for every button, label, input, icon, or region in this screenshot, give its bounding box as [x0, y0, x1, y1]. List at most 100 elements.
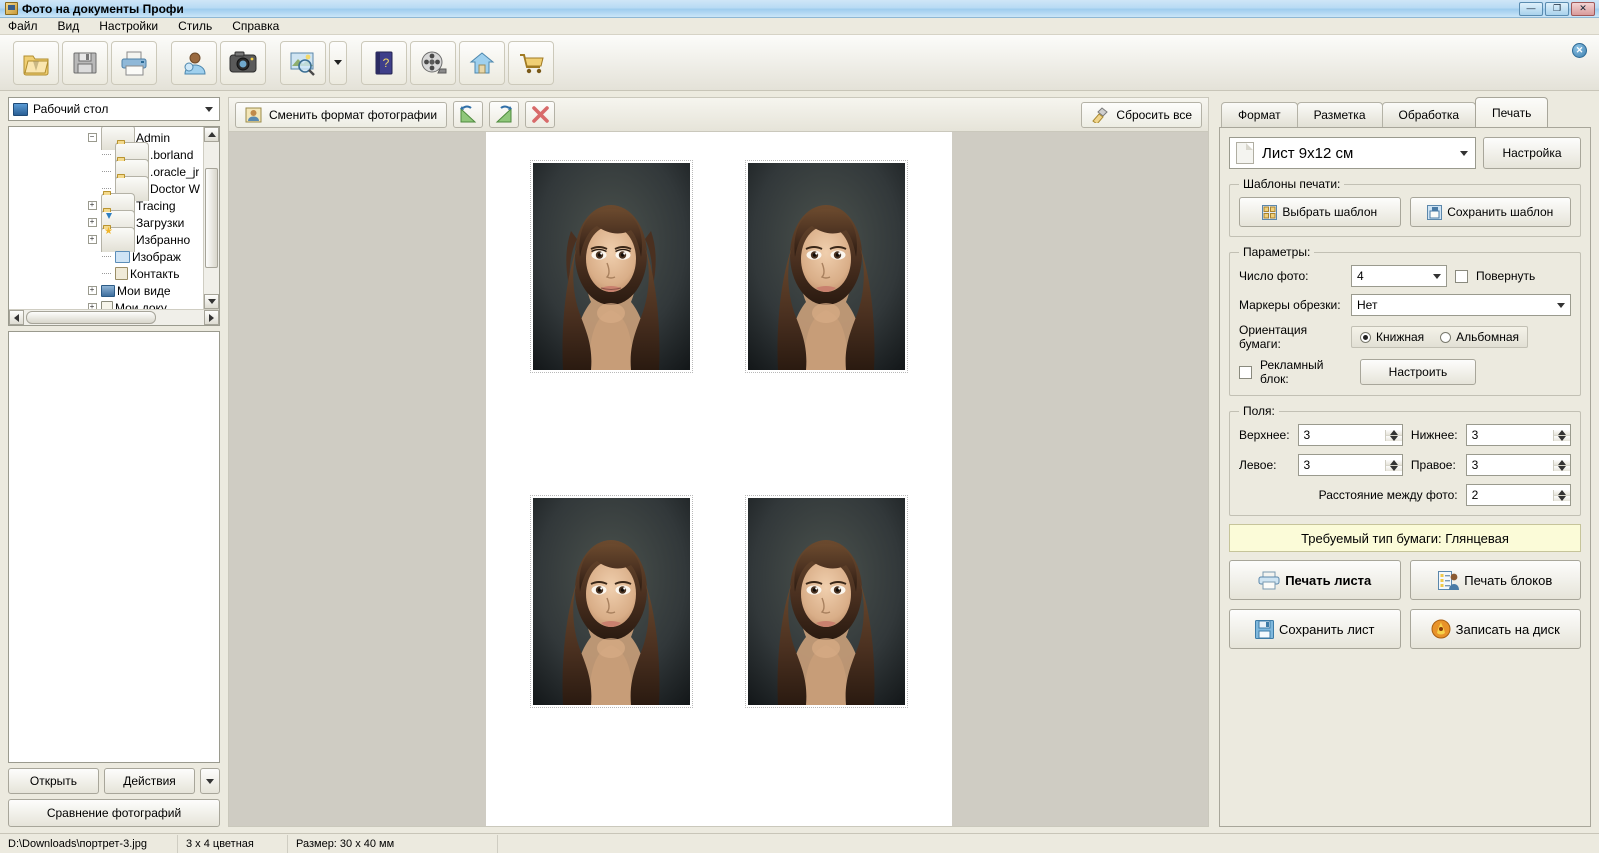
- actions-dropdown-button[interactable]: [200, 768, 220, 794]
- rotate-label: Повернуть: [1476, 269, 1536, 283]
- sheet-size-select[interactable]: Лист 9x12 см: [1229, 137, 1476, 169]
- drive-select[interactable]: Рабочий стол: [8, 97, 220, 121]
- photo-spacing-decrement[interactable]: [1554, 495, 1570, 501]
- close-button[interactable]: ✕: [1571, 1, 1595, 16]
- preview-search-icon[interactable]: [280, 40, 326, 85]
- photo-slot-2[interactable]: [744, 160, 908, 373]
- tree-item-favorites[interactable]: + Избранно: [9, 225, 203, 252]
- preview-dropdown-button[interactable]: [329, 40, 347, 85]
- chevron-down-icon: [334, 60, 342, 65]
- photo-slot-1[interactable]: [529, 160, 693, 373]
- ad-block-checkbox[interactable]: [1239, 365, 1252, 379]
- tree-toggle[interactable]: +: [85, 286, 99, 295]
- thumbnail-list[interactable]: [8, 331, 220, 763]
- margin-left-spinner[interactable]: 3: [1297, 454, 1403, 476]
- scroll-right-button[interactable]: [204, 310, 219, 325]
- tree-item-pictures[interactable]: Изображ: [9, 248, 203, 265]
- photo-slot-4[interactable]: [744, 495, 908, 708]
- rotate-checkbox[interactable]: [1455, 269, 1468, 283]
- photo-count-select[interactable]: 4: [1351, 265, 1447, 287]
- tree-item-contacts[interactable]: Контакть: [9, 265, 203, 282]
- compare-photos-button[interactable]: Сравнение фотографий: [8, 799, 220, 827]
- tree-item-my-documents[interactable]: + Мои доку: [9, 299, 203, 309]
- photo-spacing-spinner[interactable]: 2: [1465, 484, 1571, 506]
- tab-print[interactable]: Печать: [1475, 97, 1549, 127]
- scroll-thumb[interactable]: [205, 168, 218, 268]
- print-sheet[interactable]: [485, 132, 952, 826]
- print-icon[interactable]: [111, 40, 157, 85]
- folder-tree[interactable]: − Admin .borland .oracle_jr Doctor W + T…: [8, 126, 220, 326]
- cart-icon[interactable]: [508, 40, 554, 85]
- tree-item-borland[interactable]: .borland: [9, 140, 203, 167]
- preview-area: Сменить формат фотографии Сбросить все: [228, 91, 1215, 833]
- photo-slot-3[interactable]: [529, 495, 693, 708]
- main-body: Рабочий стол − Admin .borland .oracle_jr…: [0, 91, 1599, 833]
- film-reel-icon[interactable]: [410, 40, 456, 85]
- tree-horizontal-scrollbar[interactable]: [9, 309, 219, 325]
- tree-toggle[interactable]: +: [85, 303, 99, 309]
- tab-layout[interactable]: Разметка: [1296, 102, 1383, 127]
- rotate-right-icon[interactable]: [489, 101, 520, 128]
- maximize-button[interactable]: ❐: [1545, 1, 1569, 16]
- tree-toggle[interactable]: +: [85, 201, 99, 210]
- open-folder-icon[interactable]: [13, 40, 59, 85]
- orientation-landscape-option[interactable]: Альбомная: [1432, 327, 1527, 347]
- delete-icon[interactable]: [525, 101, 556, 128]
- menu-item-file[interactable]: Файл: [6, 18, 40, 34]
- margin-left-decrement[interactable]: [1385, 465, 1402, 471]
- menu-item-style[interactable]: Стиль: [176, 18, 214, 34]
- tree-toggle[interactable]: +: [85, 235, 99, 244]
- margin-bottom-spinner[interactable]: 3: [1465, 424, 1571, 446]
- margin-bottom-decrement[interactable]: [1554, 435, 1570, 441]
- rotate-left-icon[interactable]: [453, 101, 484, 128]
- hscroll-thumb[interactable]: [26, 311, 156, 324]
- window-controls: — ❐ ✕: [1519, 1, 1597, 16]
- tree-item-label: Tracing: [136, 198, 176, 213]
- scroll-left-button[interactable]: [9, 310, 24, 325]
- menu-item-view[interactable]: Вид: [56, 18, 82, 34]
- orientation-portrait-option[interactable]: Книжная: [1352, 327, 1432, 347]
- chevron-down-icon[interactable]: [1453, 150, 1475, 156]
- burn-disc-button[interactable]: Записать на диск: [1409, 609, 1581, 649]
- save-sheet-button[interactable]: Сохранить лист: [1229, 609, 1401, 649]
- tree-vertical-scrollbar[interactable]: [203, 127, 219, 309]
- margin-top-spinner[interactable]: 3: [1297, 424, 1403, 446]
- margin-right-decrement[interactable]: [1554, 465, 1570, 471]
- ad-block-settings-button[interactable]: Настроить: [1360, 359, 1476, 385]
- save-template-button[interactable]: Сохранить шаблон: [1409, 197, 1571, 227]
- select-template-button[interactable]: Выбрать шаблон: [1239, 197, 1401, 227]
- margin-right-spinner[interactable]: 3: [1465, 454, 1571, 476]
- photo-count-label: Число фото:: [1239, 269, 1309, 283]
- tree-item-admin[interactable]: − Admin: [9, 127, 203, 150]
- print-blocks-button[interactable]: Печать блоков: [1409, 560, 1581, 600]
- tree-item-oracle-jr[interactable]: .oracle_jr: [9, 157, 203, 184]
- reset-all-button[interactable]: Сбросить все: [1081, 101, 1202, 128]
- menu-item-help[interactable]: Справка: [230, 18, 281, 34]
- scroll-up-button[interactable]: [204, 127, 219, 142]
- save-icon[interactable]: [62, 40, 108, 85]
- close-hint-icon[interactable]: ✕: [1572, 43, 1587, 58]
- tab-format[interactable]: Формат: [1221, 102, 1298, 127]
- chevron-down-icon[interactable]: [1428, 273, 1446, 279]
- tree-toggle[interactable]: −: [85, 133, 99, 142]
- menu-item-settings[interactable]: Настройки: [97, 18, 160, 34]
- scroll-down-button[interactable]: [204, 294, 219, 309]
- printer-settings-button[interactable]: Настройка: [1483, 137, 1581, 169]
- tree-item-my-videos[interactable]: + Мои виде: [9, 282, 203, 299]
- sheet-canvas[interactable]: [228, 131, 1209, 827]
- chevron-down-icon[interactable]: [1552, 302, 1570, 308]
- person-icon[interactable]: [171, 40, 217, 85]
- change-format-button[interactable]: Сменить формат фотографии: [235, 101, 448, 128]
- help-book-icon[interactable]: ?: [361, 40, 407, 85]
- chevron-down-icon[interactable]: [201, 106, 217, 112]
- minimize-button[interactable]: —: [1519, 1, 1543, 16]
- open-button[interactable]: Открыть: [8, 768, 99, 794]
- crop-markers-select[interactable]: Нет: [1351, 294, 1571, 316]
- print-sheet-button[interactable]: Печать листа: [1229, 560, 1401, 600]
- tree-toggle[interactable]: +: [85, 218, 99, 227]
- actions-button[interactable]: Действия: [104, 768, 195, 794]
- margin-top-decrement[interactable]: [1385, 435, 1402, 441]
- tab-processing[interactable]: Обработка: [1381, 102, 1477, 127]
- home-icon[interactable]: [459, 40, 505, 85]
- camera-icon[interactable]: [220, 40, 266, 85]
